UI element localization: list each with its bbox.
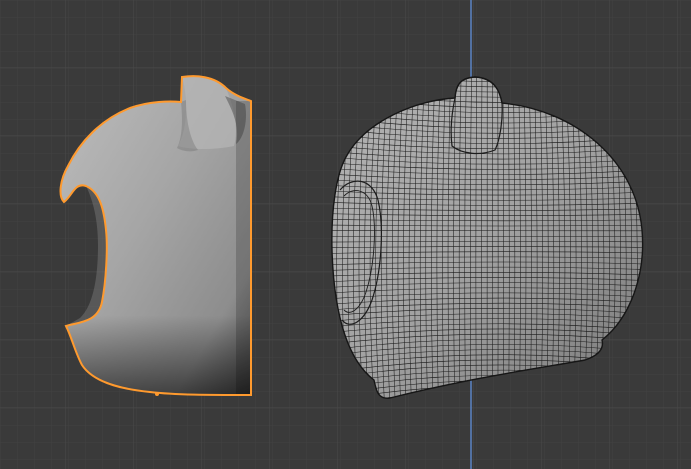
object-origin-dot xyxy=(155,392,159,396)
3d-viewport[interactable] xyxy=(0,0,691,469)
